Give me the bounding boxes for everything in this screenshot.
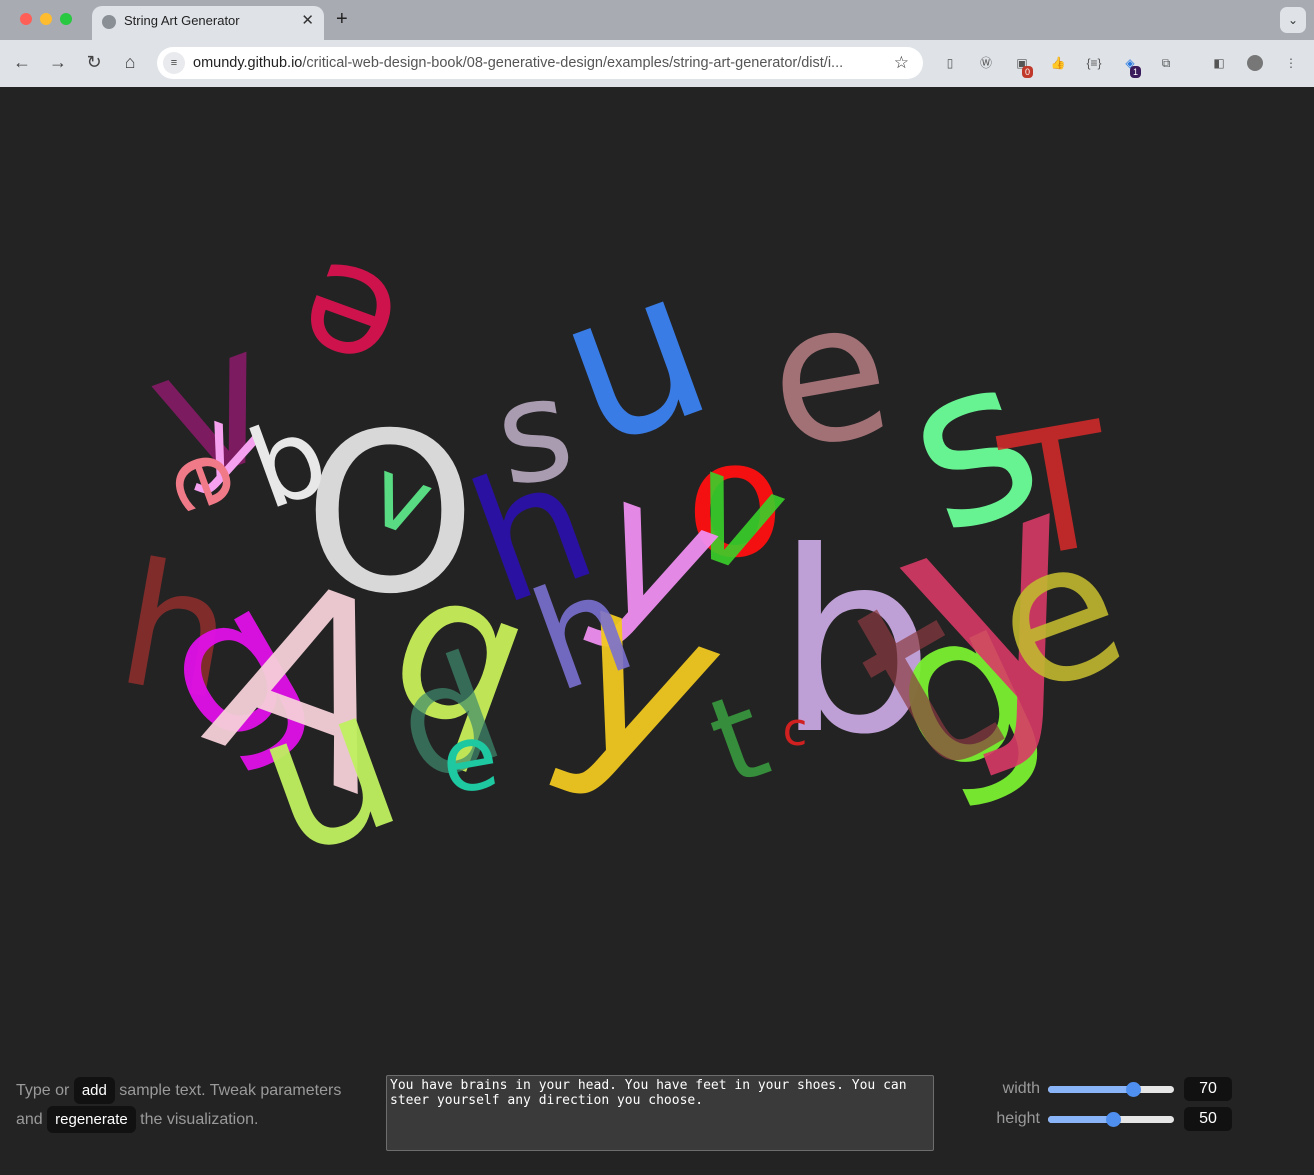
minimize-window-icon[interactable] xyxy=(40,13,52,25)
add-button[interactable]: add xyxy=(73,1077,115,1104)
width-slider-thumb[interactable] xyxy=(1126,1082,1141,1097)
url-host: omundy.github.io xyxy=(193,55,303,71)
browser-chrome: String Art Generator ✕ + ⌄ ← → ↻ ⌂ ≡ omu… xyxy=(0,0,1314,87)
height-control: height 50 xyxy=(990,1107,1240,1131)
forward-arrow-icon[interactable]: → xyxy=(46,51,70,73)
sample-text-input[interactable]: You have brains in your head. You have f… xyxy=(386,1075,934,1151)
thumbs-up-icon[interactable]: 👍 xyxy=(1050,55,1066,71)
width-value[interactable]: 70 xyxy=(1184,1077,1232,1101)
bookmark-star-icon[interactable]: ☆ xyxy=(894,53,909,73)
art-canvas[interactable]: evyebOvhgAbdnsesovyhyhbgyTetetuc xyxy=(0,87,1314,1047)
instr-before: Type or xyxy=(16,1082,70,1099)
tab-string-art-generator[interactable]: String Art Generator ✕ xyxy=(92,6,324,40)
height-slider[interactable] xyxy=(1048,1112,1174,1127)
reload-icon[interactable]: ↻ xyxy=(82,51,106,73)
instr-after: the visualization. xyxy=(140,1111,259,1128)
controls-panel: Type or add sample text. Tweak parameter… xyxy=(0,1060,1314,1175)
width-label: width xyxy=(1002,1080,1040,1097)
reader-icon[interactable]: ▯ xyxy=(942,55,958,71)
width-control: width 70 xyxy=(990,1077,1240,1101)
instructions: Type or add sample text. Tweak parameter… xyxy=(16,1076,376,1134)
close-window-icon[interactable] xyxy=(20,13,32,25)
art-letter: c xyxy=(783,703,808,756)
plus-icon[interactable]: + xyxy=(336,8,348,31)
puzzle-icon[interactable]: ⧉ xyxy=(1158,55,1174,71)
kebab-menu-icon[interactable]: ⋮ xyxy=(1283,55,1299,71)
extension-b-badge: 1 xyxy=(1130,66,1142,78)
wordpress-icon[interactable]: Ⓦ xyxy=(978,55,994,71)
avatar[interactable] xyxy=(1247,55,1263,71)
height-slider-thumb[interactable] xyxy=(1106,1112,1121,1127)
tab-title: String Art Generator xyxy=(124,13,240,28)
tab-bar: String Art Generator ✕ + ⌄ xyxy=(0,0,1314,40)
sidebar-icon[interactable]: ◧ xyxy=(1211,55,1227,71)
height-label: height xyxy=(996,1110,1040,1127)
url-text[interactable]: omundy.github.io/critical-web-design-boo… xyxy=(193,55,883,71)
chevron-down-icon[interactable]: ⌄ xyxy=(1280,7,1306,33)
height-slider-fill xyxy=(1048,1116,1114,1123)
instr-middle: sample text. Tweak parameters xyxy=(119,1082,342,1099)
url-path: /critical-web-design-book/08-generative-… xyxy=(302,55,844,71)
regenerate-button[interactable]: regenerate xyxy=(47,1106,136,1133)
height-value[interactable]: 50 xyxy=(1184,1107,1232,1131)
extension-a-badge: 0 xyxy=(1022,66,1034,78)
width-slider-fill xyxy=(1048,1086,1134,1093)
close-icon[interactable]: ✕ xyxy=(301,11,314,29)
instr-and: and xyxy=(16,1111,43,1128)
site-info-icon[interactable]: ≡ xyxy=(163,52,185,74)
home-icon[interactable]: ⌂ xyxy=(118,51,142,73)
back-arrow-icon[interactable]: ← xyxy=(10,51,34,73)
art-letter: t xyxy=(693,666,785,813)
json-icon[interactable]: {≡} xyxy=(1086,55,1102,71)
width-slider[interactable] xyxy=(1048,1082,1174,1097)
maximize-window-icon[interactable] xyxy=(60,13,72,25)
letter-art-svg: evyebOvhgAbdns esovyhyh bgyTete tu c xyxy=(106,223,1150,903)
globe-icon xyxy=(102,15,116,29)
address-bar[interactable]: ≡ omundy.github.io/critical-web-design-b… xyxy=(157,47,923,79)
